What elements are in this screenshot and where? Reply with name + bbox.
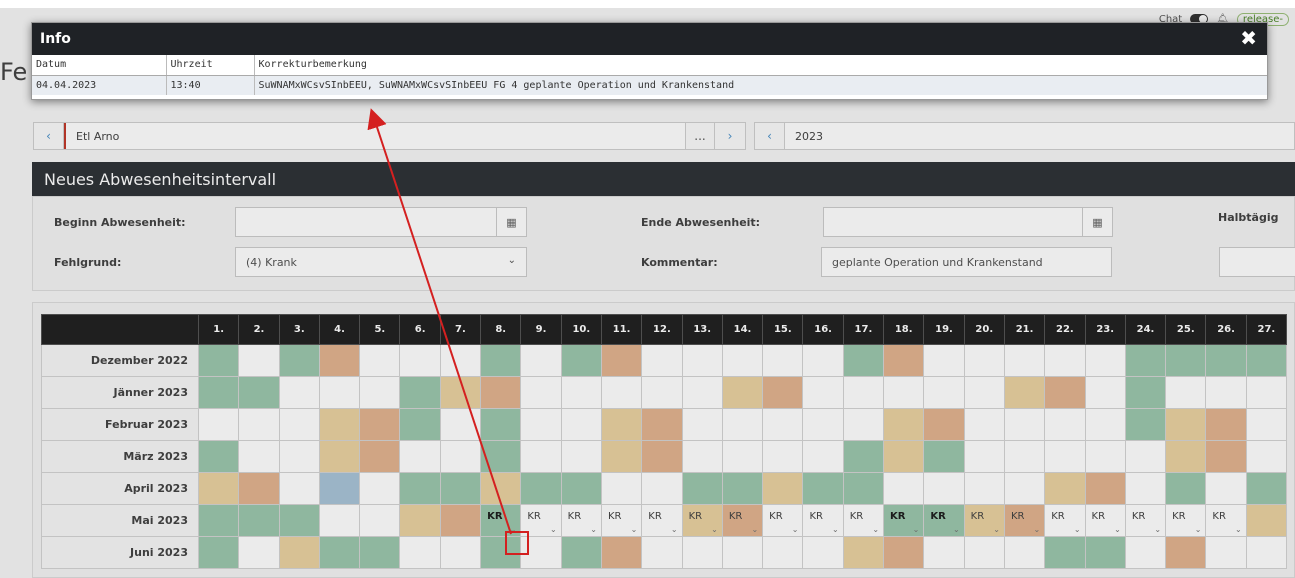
- info-row: 04.04.2023 13:40 SuWNAMxWCsvSInbEEU, SuW…: [32, 75, 1267, 95]
- modal-header: Info ✖: [32, 23, 1267, 55]
- time-cell: 13:40: [165, 75, 254, 95]
- remark-cell: SuWNAMxWCsvSInbEEU, SuWNAMxWCsvSInbEEU F…: [253, 75, 1267, 95]
- info-table: Datum Uhrzeit Korrekturbemerkung 04.04.2…: [32, 55, 1267, 95]
- info-header-row: Datum Uhrzeit Korrekturbemerkung: [32, 55, 1267, 76]
- column-header: Uhrzeit: [165, 55, 254, 76]
- date-cell: 04.04.2023: [32, 75, 166, 95]
- close-icon[interactable]: ✖: [1240, 28, 1257, 48]
- info-modal: Info ✖ Datum Uhrzeit Korrekturbemerkung …: [31, 22, 1268, 100]
- column-header: Korrekturbemerkung: [253, 55, 1267, 76]
- column-header: Datum: [32, 55, 166, 76]
- modal-title: Info: [40, 31, 71, 47]
